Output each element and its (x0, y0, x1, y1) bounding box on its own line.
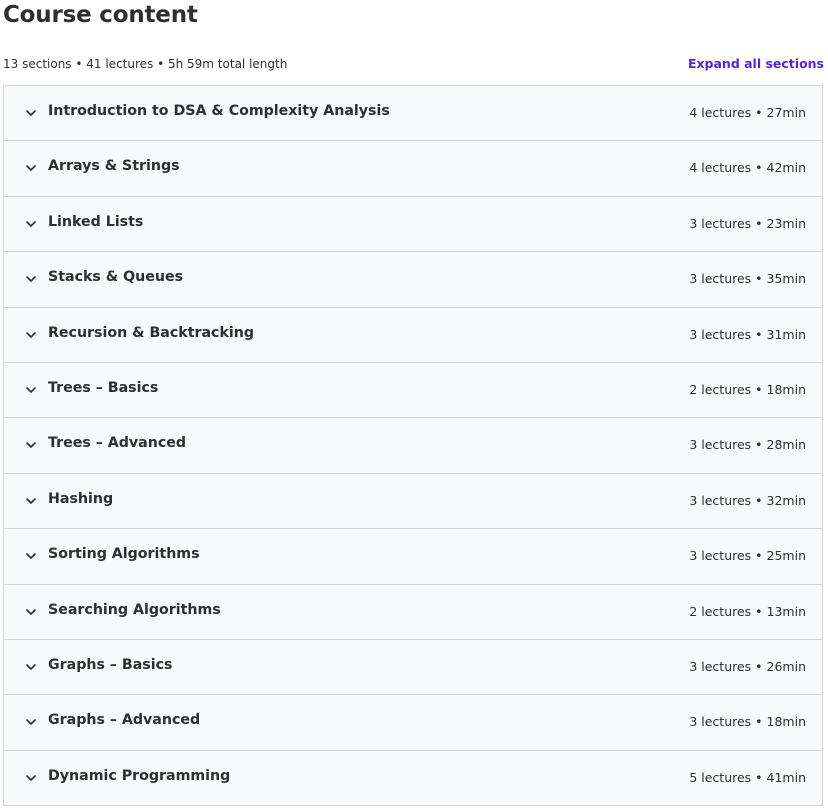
section-meta: 2 lectures • 18min (689, 381, 806, 397)
section-title: Introduction to DSA & Complexity Analysi… (48, 103, 390, 119)
chevron-down-icon (24, 605, 38, 619)
section-title: Hashing (48, 490, 114, 507)
section-meta: 3 lectures • 31min (689, 326, 806, 342)
section-title: Sorting Algorithms (48, 546, 200, 563)
section-meta: 4 lectures • 42min (689, 160, 806, 176)
section-meta: 3 lectures • 28min (689, 437, 806, 453)
section-row[interactable]: Trees – Basics 2 lectures • 18min (4, 362, 822, 419)
section-row[interactable]: Introduction to DSA & Complexity Analysi… (4, 86, 822, 142)
chevron-down-icon (24, 549, 38, 563)
section-row[interactable]: Stacks & Queues 3 lectures • 35min (4, 252, 822, 308)
chevron-down-icon (24, 328, 38, 342)
page-title: Course content (3, 2, 198, 28)
expand-all-sections-button[interactable]: Expand all sections (688, 56, 824, 71)
chevron-down-icon (24, 438, 38, 452)
section-title: Stacks & Queues (48, 269, 184, 286)
section-title: Trees – Advanced (48, 435, 187, 452)
section-meta: 3 lectures • 32min (689, 492, 806, 508)
section-meta: 3 lectures • 18min (689, 714, 806, 730)
chevron-down-icon (24, 494, 38, 508)
section-title: Arrays & Strings (48, 158, 180, 175)
chevron-down-icon (24, 383, 38, 397)
section-title: Dynamic Programming (48, 767, 231, 784)
section-meta: 3 lectures • 23min (689, 215, 806, 231)
chevron-down-icon (24, 106, 38, 120)
course-content-panel: Course content 13 sections • 41 lectures… (0, 0, 828, 810)
section-row[interactable]: Dynamic Programming 5 lectures • 41min (4, 750, 822, 807)
section-meta: 3 lectures • 25min (689, 548, 806, 564)
chevron-down-icon (24, 771, 38, 785)
chevron-down-icon (24, 217, 38, 231)
section-title: Graphs – Advanced (48, 712, 201, 729)
section-title: Recursion & Backtracking (48, 324, 255, 341)
chevron-down-icon (24, 715, 38, 729)
summary-row: 13 sections • 41 lectures • 5h 59m total… (3, 56, 824, 76)
section-row[interactable]: Searching Algorithms 2 lectures • 13min (4, 584, 822, 640)
section-meta: 5 lectures • 41min (689, 769, 806, 785)
course-summary: 13 sections • 41 lectures • 5h 59m total… (3, 57, 288, 71)
chevron-down-icon (24, 161, 38, 175)
section-title: Linked Lists (48, 213, 144, 230)
section-title: Trees – Basics (48, 379, 159, 396)
section-meta: 4 lectures • 27min (689, 105, 806, 120)
section-row[interactable]: Hashing 3 lectures • 32min (4, 473, 822, 530)
section-title: Searching Algorithms (48, 601, 221, 618)
section-row[interactable]: Arrays & Strings 4 lectures • 42min (4, 141, 822, 197)
sections-accordion: Introduction to DSA & Complexity Analysi… (3, 85, 823, 807)
section-row[interactable]: Sorting Algorithms 3 lectures • 25min (4, 529, 822, 585)
section-meta: 2 lectures • 13min (689, 603, 806, 619)
section-meta: 3 lectures • 35min (689, 271, 806, 287)
section-row[interactable]: Trees – Advanced 3 lectures • 28min (4, 418, 822, 474)
section-row[interactable]: Graphs – Advanced 3 lectures • 18min (4, 695, 822, 751)
section-title: Graphs – Basics (48, 656, 173, 673)
section-row[interactable]: Graphs – Basics 3 lectures • 26min (4, 639, 822, 696)
section-row[interactable]: Recursion & Backtracking 3 lectures • 31m… (4, 307, 822, 363)
chevron-down-icon (24, 660, 38, 674)
section-row[interactable]: Linked Lists 3 lectures • 23min (4, 196, 822, 253)
section-meta: 3 lectures • 26min (689, 658, 806, 674)
chevron-down-icon (24, 272, 38, 286)
